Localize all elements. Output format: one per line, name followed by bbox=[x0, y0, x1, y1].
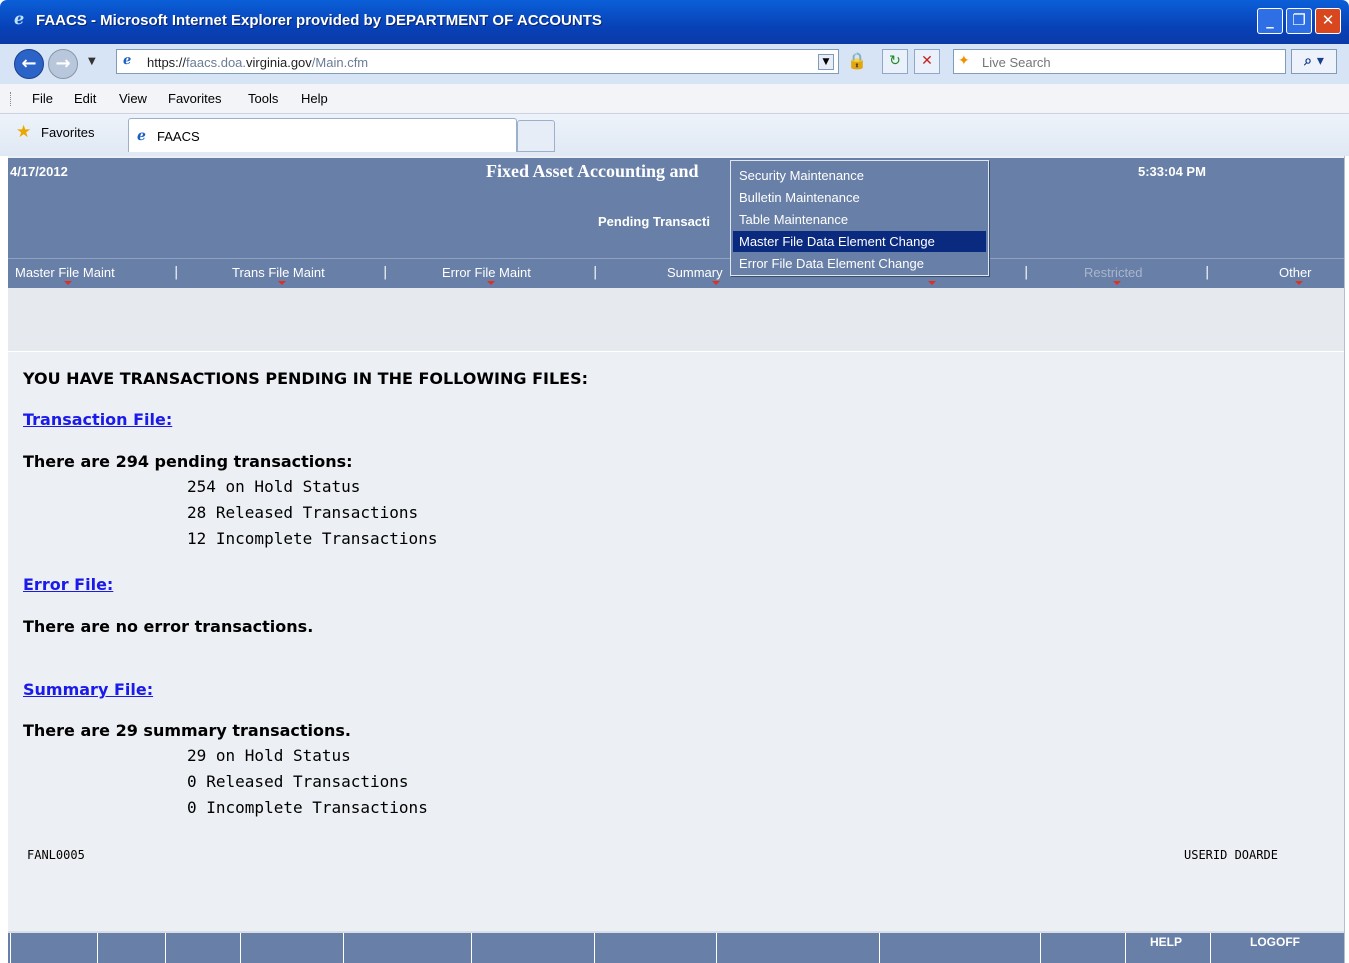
nav-trans-file-maint-caret-icon bbox=[278, 281, 286, 285]
nav-master-file-maint[interactable]: Master File Maint bbox=[15, 265, 115, 280]
ie-logo-icon: ℯ bbox=[14, 9, 25, 28]
help-label: HELP bbox=[1150, 935, 1183, 949]
app-header: 4/17/2012 Fixed Asset Accounting and 5:3… bbox=[8, 158, 1344, 258]
summary-file-link[interactable]: Summary File: bbox=[23, 680, 153, 699]
favorites-bar: ★ Favorites ℯ FAACS bbox=[0, 114, 1349, 156]
nav-error-file-maint-caret-icon bbox=[487, 281, 495, 285]
address-toolbar: ← → ▼ ℯ https://faacs.doa.virginia.gov/M… bbox=[0, 44, 1349, 84]
browser-tab[interactable]: ℯ FAACS bbox=[128, 118, 517, 152]
window-title: FAACS - Microsoft Internet Explorer prov… bbox=[36, 12, 602, 29]
page-icon: ℯ bbox=[123, 53, 132, 68]
logoff-label: LOGOFF bbox=[1250, 935, 1300, 949]
function-key-cell[interactable] bbox=[343, 933, 471, 963]
address-field[interactable]: ℯ https://faacs.doa.virginia.gov/Main.cf… bbox=[116, 49, 839, 74]
bottom-function-bar: HELP LOGOFF bbox=[8, 931, 1344, 963]
function-key-cell[interactable] bbox=[240, 933, 343, 963]
summary-hold-count: 29 on Hold Status bbox=[187, 746, 351, 765]
page-scroll-edge bbox=[1344, 156, 1349, 963]
search-button[interactable]: ⌕ ▾ bbox=[1291, 49, 1337, 74]
nav-caret-icon bbox=[928, 281, 936, 285]
function-key-cell[interactable] bbox=[1040, 933, 1125, 963]
menu-edit[interactable]: Edit bbox=[74, 91, 96, 106]
summary-summary: There are 29 summary transactions. bbox=[23, 721, 352, 740]
menu-grip bbox=[10, 92, 12, 106]
nav-separator: | bbox=[1205, 265, 1210, 280]
function-key-cell[interactable] bbox=[879, 933, 1040, 963]
function-key-cell[interactable] bbox=[716, 933, 879, 963]
error-file-link[interactable]: Error File: bbox=[23, 575, 113, 594]
nav-summary[interactable]: Summary bbox=[667, 265, 723, 280]
nav-restricted-caret-icon bbox=[1113, 281, 1121, 285]
page-subtitle: Pending Transacti bbox=[598, 214, 710, 229]
nav-master-file-maint-caret-icon bbox=[64, 281, 72, 285]
favorites-button[interactable]: Favorites bbox=[41, 125, 94, 140]
search-box: ✦ bbox=[953, 49, 1286, 74]
maximize-button[interactable]: ❐ bbox=[1286, 8, 1312, 34]
app-title: Fixed Asset Accounting and bbox=[486, 161, 699, 181]
nav-trans-file-maint[interactable]: Trans File Maint bbox=[232, 265, 325, 280]
userid-label: USERID DOARDE bbox=[1184, 848, 1278, 862]
pending-heading: YOU HAVE TRANSACTIONS PENDING IN THE FOL… bbox=[23, 369, 589, 388]
new-tab-button[interactable] bbox=[517, 120, 555, 152]
header-date: 4/17/2012 bbox=[10, 164, 68, 179]
menu-favorites[interactable]: Favorites bbox=[168, 91, 221, 106]
menu-item-master-file-data-element-change[interactable]: Master File Data Element Change bbox=[733, 231, 986, 252]
menu-item-table-maintenance[interactable]: Table Maintenance bbox=[733, 209, 986, 230]
summary-released-count: 0 Released Transactions bbox=[187, 772, 409, 791]
menu-item-bulletin-maintenance[interactable]: Bulletin Maintenance bbox=[733, 187, 986, 208]
url-text[interactable]: https://faacs.doa.virginia.gov/Main.cfm bbox=[147, 55, 368, 70]
address-dropdown-icon[interactable]: ▼ bbox=[818, 54, 834, 70]
nav-separator: | bbox=[1024, 265, 1029, 280]
function-key-cell[interactable] bbox=[10, 933, 97, 963]
nav-summary-caret-icon bbox=[712, 281, 720, 285]
nav-restricted: Restricted bbox=[1084, 265, 1143, 280]
function-key-cell[interactable] bbox=[594, 933, 716, 963]
screen-id: FANL0005 bbox=[27, 848, 85, 862]
other-dropdown-menu: Security Maintenance Bulletin Maintenanc… bbox=[730, 160, 989, 276]
nav-separator: | bbox=[593, 265, 598, 280]
recent-pages-dropdown-icon[interactable]: ▼ bbox=[88, 56, 96, 67]
tab-label: FAACS bbox=[157, 129, 200, 144]
forward-button[interactable]: → bbox=[48, 49, 78, 79]
tab-ie-icon: ℯ bbox=[137, 128, 146, 144]
live-search-icon: ✦ bbox=[958, 53, 970, 69]
menu-view[interactable]: View bbox=[119, 91, 147, 106]
refresh-button[interactable]: ↻ bbox=[882, 49, 908, 74]
error-summary: There are no error transactions. bbox=[23, 617, 314, 636]
minimize-button[interactable]: _ bbox=[1257, 8, 1283, 34]
nav-other[interactable]: Other bbox=[1279, 265, 1312, 280]
function-key-cell[interactable] bbox=[97, 933, 165, 963]
header-time: 5:33:04 PM bbox=[1138, 164, 1206, 179]
menu-file[interactable]: File bbox=[32, 91, 53, 106]
function-key-cell[interactable] bbox=[165, 933, 240, 963]
favorites-star-icon[interactable]: ★ bbox=[16, 124, 31, 141]
logoff-button[interactable]: LOGOFF bbox=[1210, 933, 1342, 963]
nav-error-file-maint[interactable]: Error File Maint bbox=[442, 265, 531, 280]
close-button[interactable]: ✕ bbox=[1315, 8, 1341, 34]
function-key-cell[interactable] bbox=[471, 933, 594, 963]
nav-separator: | bbox=[174, 265, 179, 280]
main-nav: Master File Maint | Trans File Maint | E… bbox=[8, 258, 1344, 288]
transaction-summary: There are 294 pending transactions: bbox=[23, 452, 353, 471]
window-title-bar: ℯ FAACS - Microsoft Internet Explorer pr… bbox=[0, 0, 1349, 44]
search-input[interactable] bbox=[982, 53, 1272, 71]
transaction-file-link[interactable]: Transaction File: bbox=[23, 410, 172, 429]
transaction-released-count: 28 Released Transactions bbox=[187, 503, 419, 522]
back-button[interactable]: ← bbox=[14, 49, 44, 79]
spacer-band bbox=[8, 288, 1344, 352]
transaction-hold-count: 254 on Hold Status bbox=[187, 477, 361, 496]
lock-icon[interactable]: 🔒 bbox=[844, 49, 870, 74]
transaction-incomplete-count: 12 Incomplete Transactions bbox=[187, 529, 438, 548]
nav-separator: | bbox=[383, 265, 388, 280]
help-button[interactable]: HELP bbox=[1125, 933, 1210, 963]
menu-tools[interactable]: Tools bbox=[248, 91, 278, 106]
stop-button[interactable]: ✕ bbox=[914, 49, 940, 74]
web-page: 4/17/2012 Fixed Asset Accounting and 5:3… bbox=[8, 156, 1344, 963]
menu-item-error-file-data-element-change[interactable]: Error File Data Element Change bbox=[733, 253, 986, 274]
menu-help[interactable]: Help bbox=[301, 91, 328, 106]
menu-item-security-maintenance[interactable]: Security Maintenance bbox=[733, 165, 986, 186]
menu-bar: File Edit View Favorites Tools Help bbox=[0, 84, 1349, 114]
nav-other-caret-icon bbox=[1295, 281, 1303, 285]
summary-incomplete-count: 0 Incomplete Transactions bbox=[187, 798, 428, 817]
